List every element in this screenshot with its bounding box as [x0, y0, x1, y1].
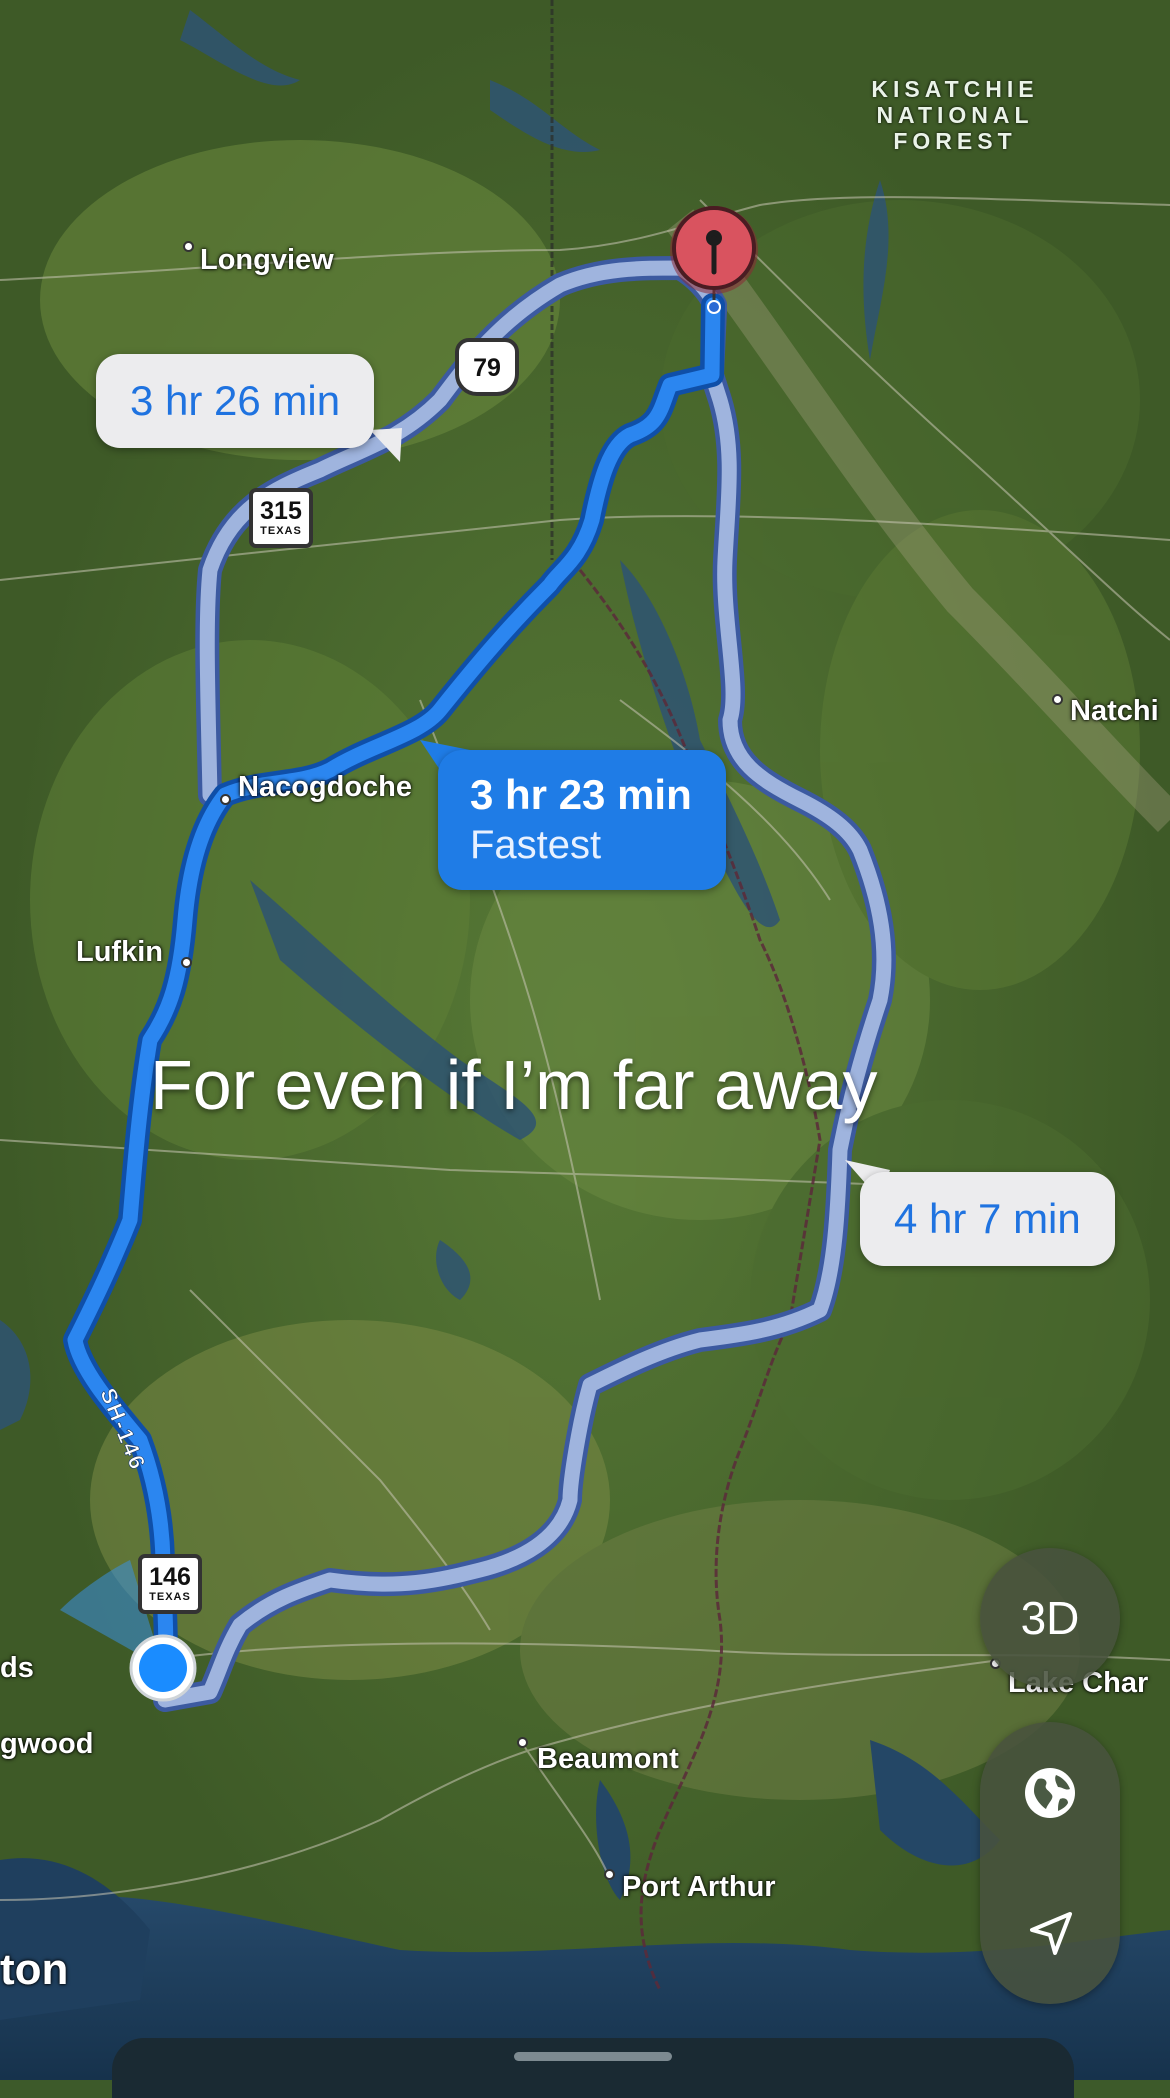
- route-time-alt-north: 3 hr 26 min: [130, 377, 341, 424]
- city-label-partial-ton[interactable]: ton: [0, 1948, 68, 1992]
- bottom-sheet[interactable]: [112, 2038, 1074, 2098]
- city-dot-natchitoches: [1052, 694, 1063, 705]
- overlay-caption: For even if I’m far away: [150, 1046, 878, 1124]
- city-dot-port-arthur: [604, 1869, 615, 1880]
- route-time-alt-east: 4 hr 7 min: [894, 1195, 1081, 1242]
- city-dot-longview: [183, 241, 194, 252]
- route-time-fastest: 3 hr 23 min: [470, 771, 692, 818]
- route-fastest-badge: Fastest: [470, 823, 602, 867]
- 3d-view-button[interactable]: 3D: [980, 1548, 1120, 1688]
- map-controls-pill: [980, 1722, 1120, 2004]
- user-location-dot: [139, 1644, 187, 1692]
- map-mode-button[interactable]: [980, 1722, 1120, 1863]
- city-dot-beaumont: [517, 1737, 528, 1748]
- forest-label: KISATCHIE NATIONAL FOREST: [871, 76, 1039, 154]
- city-label-port-arthur[interactable]: Port Arthur: [622, 1873, 776, 1902]
- city-label-nacogdoches[interactable]: Nacogdoche: [238, 773, 412, 802]
- tx-146-shield: 146 TEXAS: [138, 1554, 202, 1614]
- city-label-natchitoches[interactable]: Natchi: [1070, 697, 1159, 726]
- city-dot-nacogdoches: [220, 794, 231, 805]
- tx-315-shield: 315 TEXAS: [249, 488, 313, 548]
- city-label-partial-ds[interactable]: ds: [0, 1654, 34, 1683]
- globe-icon: [1025, 1767, 1075, 1818]
- location-arrow-icon: [1030, 1911, 1072, 1955]
- route-callout-alt-north[interactable]: 3 hr 26 min: [96, 354, 375, 448]
- sheet-grabber[interactable]: [514, 2052, 672, 2061]
- city-label-longview[interactable]: Longview: [200, 246, 334, 275]
- us-79-shield: 79: [455, 338, 519, 396]
- 3d-view-label: 3D: [1020, 1592, 1080, 1644]
- city-label-partial-gwood[interactable]: gwood: [0, 1730, 93, 1759]
- city-label-lufkin[interactable]: Lufkin: [76, 938, 163, 967]
- current-location-button[interactable]: [980, 1863, 1120, 2004]
- route-callout-alt-east[interactable]: 4 hr 7 min: [860, 1172, 1115, 1266]
- city-label-beaumont[interactable]: Beaumont: [537, 1745, 679, 1774]
- route-callout-fastest[interactable]: 3 hr 23 min Fastest: [438, 750, 726, 890]
- city-dot-lufkin: [181, 957, 192, 968]
